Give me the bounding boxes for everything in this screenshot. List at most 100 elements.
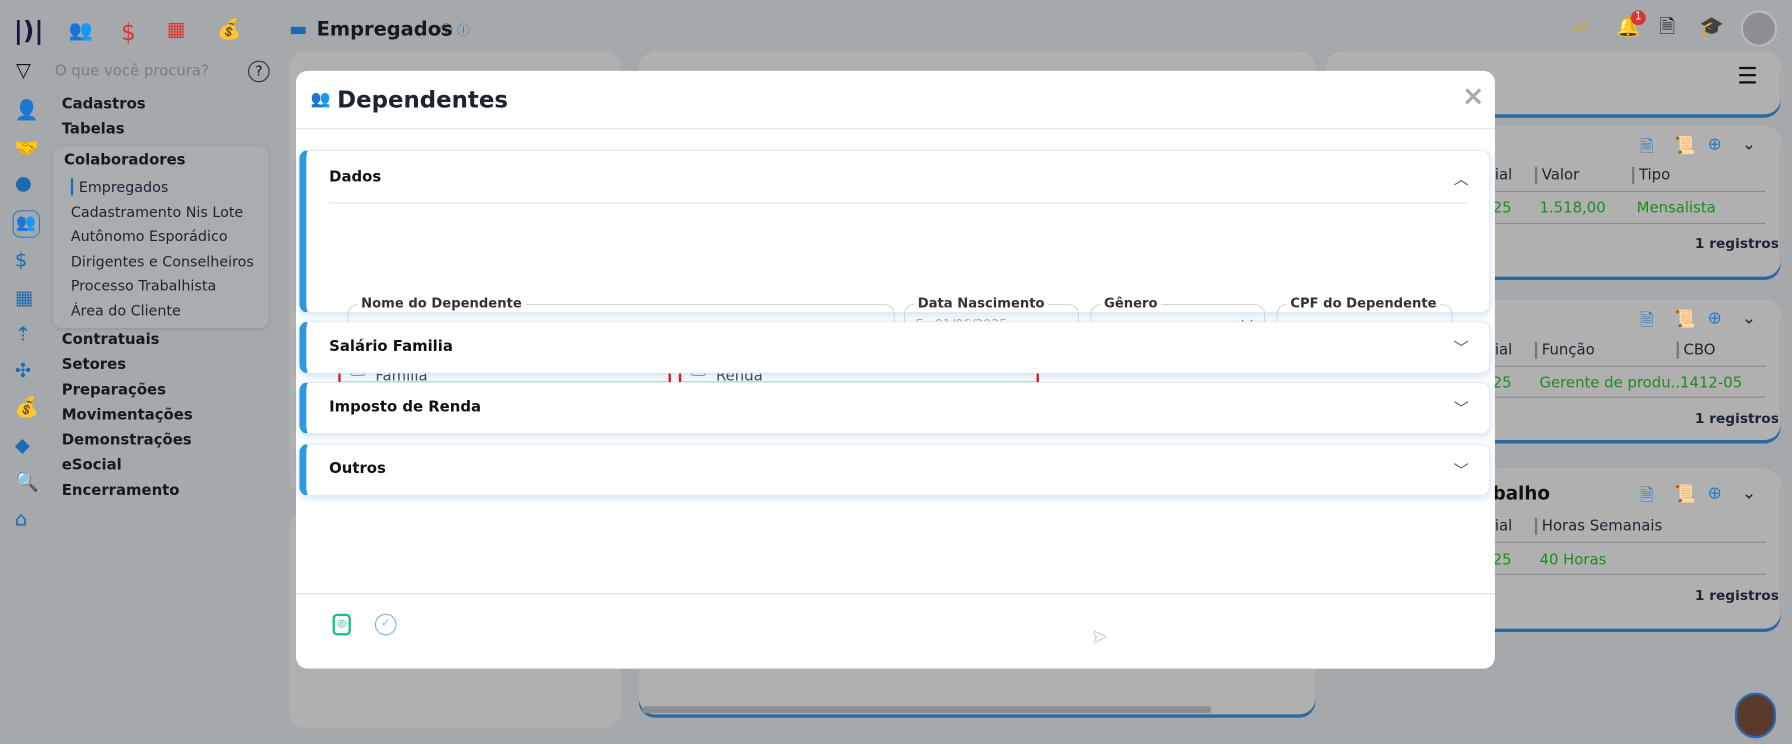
section-title[interactable]: Imposto de Renda <box>329 399 481 416</box>
section-title[interactable]: Dados <box>329 169 381 186</box>
col-header: Função <box>1534 341 1595 359</box>
save-icon: ◎ <box>337 618 347 630</box>
layers-icon[interactable]: ◆ <box>15 436 30 456</box>
logo[interactable]: |)| <box>14 17 44 46</box>
section-outros[interactable]: Outros ﹀ <box>299 443 1491 497</box>
users-icon[interactable]: 👥 <box>69 21 93 41</box>
submenu-nis-lote[interactable]: Cadastramento Nis Lote <box>71 203 243 220</box>
note-icon[interactable]: ▱ <box>1573 18 1588 37</box>
menu-movimentacoes[interactable]: Movimentações <box>62 407 193 424</box>
notification-badge: 1 <box>1630 10 1646 26</box>
submenu-area-cliente[interactable]: Área do Cliente <box>71 302 181 319</box>
divider <box>296 128 1495 130</box>
graduation-cap-icon[interactable]: 🎓 <box>1699 18 1723 37</box>
search-icon[interactable]: 🔍 <box>15 473 39 492</box>
divider <box>329 202 1468 204</box>
cell: Mensalista <box>1636 200 1716 218</box>
percent-person-icon[interactable]: ⇡ <box>15 325 31 345</box>
section-title[interactable]: Outros <box>329 461 386 478</box>
chevron-down-icon[interactable]: ﹀ <box>1454 458 1469 480</box>
divider <box>1485 396 1766 398</box>
menu-cadastros[interactable]: Cadastros <box>62 96 146 113</box>
horizontal-scrollbar[interactable] <box>642 706 1212 714</box>
divider <box>1485 541 1766 543</box>
cell: 25 <box>1492 552 1512 570</box>
report-search-icon[interactable]: 🗎 <box>1659 18 1675 37</box>
submenu-empregados[interactable]: Empregados <box>79 178 168 195</box>
divider <box>296 593 1495 595</box>
info-icon[interactable]: ⓘ <box>440 24 453 37</box>
menu-encerramento[interactable]: Encerramento <box>62 482 180 499</box>
menu-setores[interactable]: Setores <box>62 357 126 374</box>
handshake-icon[interactable]: 🤝 <box>15 139 39 158</box>
menu-tabelas[interactable]: Tabelas <box>62 121 125 138</box>
menu-preparacoes[interactable]: Preparações <box>62 382 166 399</box>
close-button[interactable]: × <box>1462 80 1485 112</box>
modal-title: Dependentes <box>337 85 508 114</box>
money-bag-icon[interactable]: 💰 <box>217 20 241 40</box>
chevron-down-icon[interactable]: ⌄ <box>1742 307 1756 328</box>
records-count: 1 registros <box>1694 587 1779 604</box>
filter-icon[interactable]: ▽ <box>16 61 31 81</box>
cell: 25 <box>1492 374 1512 393</box>
add-circle-icon[interactable]: ⊕ <box>1707 482 1721 503</box>
dollar-circle-icon[interactable]: $ <box>15 251 27 270</box>
cell: 1.518,00 <box>1539 200 1606 218</box>
help-icon[interactable]: ⓘ <box>457 24 470 37</box>
section-salario-familia[interactable]: Salário Familia ﹀ <box>299 321 1491 374</box>
cell: 1412-05 <box>1680 374 1743 393</box>
field-label: Gênero <box>1100 294 1161 311</box>
chevron-up-icon[interactable]: ︿ <box>1454 167 1469 188</box>
menu-colaboradores[interactable]: Colaboradores <box>64 152 186 169</box>
doc-search-icon[interactable]: 🗎 <box>1640 483 1654 512</box>
money-bag-icon[interactable]: 💰 <box>15 398 39 418</box>
records-count: 1 registros <box>1694 235 1779 252</box>
home-icon[interactable]: ⌂ <box>15 510 27 530</box>
search-input[interactable]: O que você procura? <box>55 63 209 80</box>
scroll-icon[interactable]: 📜 <box>1674 309 1695 330</box>
field-label: CPF do Dependente <box>1286 294 1441 311</box>
add-circle-icon[interactable]: ⊕ <box>1707 307 1721 328</box>
divider <box>1485 365 1766 367</box>
section-title[interactable]: Salário Familia <box>329 338 453 355</box>
people-icon[interactable]: 👥 <box>12 210 41 238</box>
chevron-down-icon[interactable]: ⌄ <box>1742 482 1756 503</box>
hamburger-menu-icon[interactable]: ☰ <box>1737 64 1758 87</box>
cell: 25 <box>1492 200 1512 218</box>
chevron-down-icon[interactable]: ⌄ <box>1742 134 1756 155</box>
calculator-icon[interactable]: ▦ <box>167 20 185 40</box>
network-icon[interactable]: ✣ <box>15 362 31 381</box>
records-count: 1 registros <box>1694 410 1779 427</box>
submenu-autonomo[interactable]: Autônomo Esporádico <box>71 227 228 244</box>
doc-search-icon[interactable]: 🗎 <box>1640 309 1654 338</box>
menu-esocial[interactable]: eSocial <box>62 457 122 474</box>
section-dados: Dados ︿ Nome do Dependente Data Nascimen… <box>299 149 1491 385</box>
submenu-dirigentes[interactable]: Dirigentes e Conselheiros <box>71 253 254 270</box>
menu-demonstracoes[interactable]: Demonstrações <box>62 432 192 449</box>
cell: Gerente de produ... <box>1539 374 1685 393</box>
col-header: Horas Semanais <box>1534 517 1662 535</box>
dollar-icon[interactable]: $ <box>121 21 136 44</box>
user-gear-icon[interactable]: 👤 <box>15 101 39 121</box>
chevron-down-icon[interactable]: ﹀ <box>1454 336 1469 358</box>
scroll-icon[interactable]: 📜 <box>1674 483 1695 504</box>
clock-icon[interactable]: ● <box>15 174 32 194</box>
scroll-icon[interactable]: 📜 <box>1674 135 1695 156</box>
menu-contratuais[interactable]: Contratuais <box>62 331 160 348</box>
user-avatar[interactable] <box>1740 10 1778 47</box>
people-icon: 👥 <box>310 90 331 109</box>
help-circle-icon[interactable]: ? <box>248 60 270 83</box>
mouse-cursor: ➤ <box>1091 625 1107 647</box>
assistant-avatar[interactable] <box>1734 692 1777 739</box>
section-imposto-renda[interactable]: Imposto de Renda ﹀ <box>299 381 1491 435</box>
cell: 40 Horas <box>1539 552 1607 570</box>
col-header: CBO <box>1676 341 1715 359</box>
submenu-processo[interactable]: Processo Trabalhista <box>71 277 216 294</box>
add-circle-icon[interactable]: ⊕ <box>1707 134 1721 155</box>
chevron-down-icon[interactable]: ﹀ <box>1454 397 1469 418</box>
calculator-icon[interactable]: ▦ <box>15 289 33 308</box>
confirm-button[interactable]: ✓ <box>374 613 397 636</box>
doc-search-icon[interactable]: 🗎 <box>1640 135 1654 164</box>
save-button[interactable]: ◎ <box>332 613 351 636</box>
monitor-icon: ▬ <box>289 18 308 42</box>
